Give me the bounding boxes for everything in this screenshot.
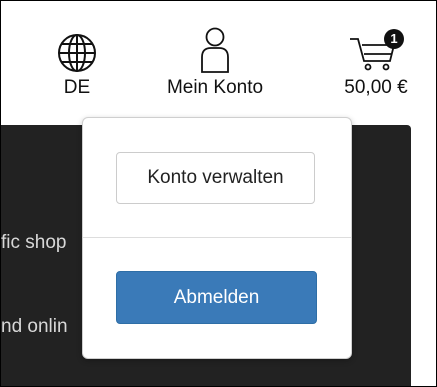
cart-total: 50,00 € <box>344 77 408 98</box>
language-selector[interactable]: DE <box>51 23 103 99</box>
logout-button[interactable]: Abmelden <box>116 271 317 324</box>
language-label: DE <box>63 77 91 98</box>
cart-count-badge: 1 <box>384 29 404 49</box>
hero-text-line: fic shop <box>1 232 67 253</box>
manage-account-button[interactable]: Konto verwalten <box>116 152 315 204</box>
dropdown-divider <box>83 237 351 238</box>
cart-icon-container: 1 <box>346 23 406 73</box>
hero-text-line: nd onlin <box>1 316 68 337</box>
account-dropdown: Konto verwalten Abmelden <box>82 117 352 359</box>
globe-icon <box>57 23 97 73</box>
cart-button[interactable]: 1 50,00 € <box>331 23 421 99</box>
account-menu-toggle[interactable]: Mein Konto <box>153 23 277 99</box>
header: DE Mein Konto 1 50,00 € <box>1 1 436 125</box>
page-frame: DE Mein Konto 1 50,00 € fic shop nd onli… <box>0 0 437 387</box>
account-label: Mein Konto <box>166 77 264 98</box>
user-icon <box>200 23 230 73</box>
cart-icon: 1 <box>346 23 406 73</box>
